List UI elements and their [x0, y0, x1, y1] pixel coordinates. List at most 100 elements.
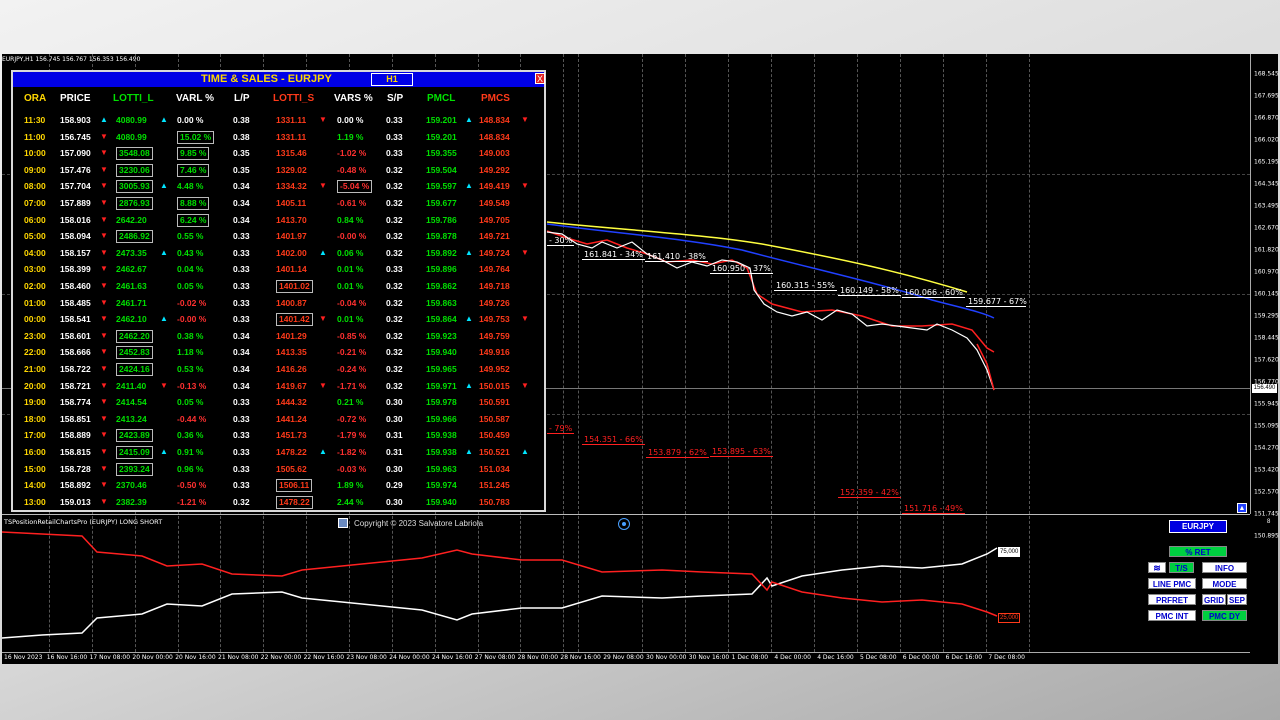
main-price-chart[interactable]: EURJPY,H1 156.745 156.767 156.353 156.49… — [2, 54, 1250, 515]
ret-button[interactable]: % RET — [1169, 546, 1227, 557]
table-row[interactable]: 03:00 158.399 ▼ 2462.67 0.04 % 0.33 1401.14 0.0… — [13, 261, 544, 277]
table-row[interactable]: 02:00 158.460 ▼ 2461.63 0.05 % 0.33 1401.02 0.0… — [13, 278, 544, 294]
cell-vars: -0.00 % — [337, 231, 367, 242]
table-row[interactable]: 20:00 158.721 ▼ 2411.40 ▼ -0.13 % 0.34 1419.67 ▼… — [13, 378, 544, 394]
panel-close-button[interactable]: X — [535, 73, 545, 84]
table-row[interactable]: 06:00 158.016 ▼ 2642.20 6.24 % 0.34 1413.70 0.8… — [13, 212, 544, 228]
table-row[interactable]: 22:00 158.666 ▼ 2452.83 1.18 % 0.34 1413.35 -0.… — [13, 344, 544, 360]
cell-ora: 19:00 — [24, 397, 46, 408]
cell-pmcl: 159.786 — [426, 214, 457, 225]
cell-lotti-s: 1441.24 — [276, 413, 307, 424]
time-tick-label: 28 Nov 16:00 — [560, 654, 601, 661]
cell-lp: 0.34 — [233, 347, 250, 358]
cell-price: 158.892 — [60, 480, 91, 491]
cell-pmcs: 150.521 — [479, 447, 510, 457]
cell-vars: -0.24 % — [337, 364, 367, 374]
cell-lotti-l: 2462.67 — [116, 264, 147, 275]
sep-button[interactable]: SEP — [1227, 594, 1247, 605]
time-and-sales-panel[interactable]: TIME & SALES - EURJPY H1 X ORA PRICE LOTTI… — [11, 70, 546, 512]
table-row[interactable]: 21:00 158.722 ▼ 2424.16 0.53 % 0.34 1416.26 -0.… — [13, 361, 544, 377]
cell-price: 158.889 — [60, 430, 91, 441]
cell-sp: 0.32 — [386, 364, 403, 374]
cell-lp: 0.34 — [233, 214, 250, 225]
table-row[interactable]: 10:00 157.090 ▼ 3548.08 9.85 % 0.35 1315.46 -1.… — [13, 145, 544, 161]
table-row[interactable]: 23:00 158.601 ▼ 2462.20 0.38 % 0.34 1401.29 -0.… — [13, 328, 544, 344]
target-icon[interactable] — [618, 518, 630, 530]
arrow-down-icon: ▼ — [100, 148, 108, 158]
line-pmc-button[interactable]: LINE PMC — [1148, 578, 1196, 589]
panel-title-bar[interactable]: TIME & SALES - EURJPY H1 — [13, 72, 544, 87]
column-header: VARL % — [176, 93, 214, 104]
cell-lotti-l: 2424.16 — [116, 363, 153, 376]
cell-lp: 0.34 — [233, 380, 250, 391]
table-row[interactable]: 15:00 158.728 ▼ 2393.24 0.96 % 0.33 1505.62 -0.… — [13, 461, 544, 477]
price-axis[interactable]: 156.490 168.545 167.695 166.870 166.020 165.… — [1250, 54, 1279, 540]
table-row[interactable]: 14:00 158.892 ▼ 2370.46 -0.50 % 0.33 1506.11 1.… — [13, 477, 544, 493]
cell-varl: -0.44 % — [177, 413, 207, 424]
time-tick-label: 27 Nov 08:00 — [474, 654, 516, 661]
cell-pmcs: 149.705 — [479, 214, 510, 225]
table-row[interactable]: 17:00 158.889 ▼ 2423.89 0.36 % 0.33 1451.73 -1.… — [13, 427, 544, 443]
arrow-up-icon: ▲ — [160, 247, 168, 257]
time-axis[interactable]: 16 Nov 2023 16 Nov 16:00 17 Nov 08:00 20 No… — [2, 652, 1250, 665]
cell-varl: 8.88 % — [177, 197, 210, 210]
arrow-down-icon: ▼ — [100, 480, 108, 490]
pmc-dy-button[interactable]: PMC DY — [1202, 610, 1247, 621]
table-row[interactable]: 04:00 158.157 ▼ 2473.35 ▲ 0.43 % 0.33 1402.00 ▲ 0… — [13, 245, 544, 261]
wave-icon[interactable]: ≋ — [1148, 562, 1166, 573]
cell-lotti-s: 1478.22 — [276, 495, 313, 509]
table-row[interactable]: 05:00 158.094 ▼ 2486.92 0.55 % 0.33 1401.97 -0.… — [13, 228, 544, 244]
cell-vars: 1.19 % — [337, 131, 364, 142]
prfret-button[interactable]: PRFRET — [1148, 594, 1196, 605]
cell-vars: 0.06 % — [337, 247, 364, 258]
info-button[interactable]: INFO — [1202, 562, 1247, 573]
symbol-button[interactable]: EURJPY — [1169, 520, 1227, 533]
table-row[interactable]: 11:30 158.903 ▲ 4080.99 ▲ 0.00 % 0.38 1331.11 ▼ 0… — [13, 112, 544, 128]
column-header: PMCL — [427, 93, 456, 104]
cell-varl: 9.85 % — [177, 147, 210, 161]
panel-timeframe[interactable]: H1 — [371, 73, 413, 86]
table-row[interactable]: 01:00 158.485 ▼ 2461.71 -0.02 % 0.33 1400.87 -0… — [13, 295, 544, 311]
level-label-white: - 30% — [547, 236, 575, 246]
arrow-up-icon: ▲ — [465, 181, 473, 191]
table-row[interactable]: 08:00 157.704 ▼ 3005.93 ▲ 4.48 % 0.34 1334.32 ▼ -… — [13, 178, 544, 194]
arrow-down-icon: ▼ — [319, 181, 327, 191]
cell-price: 158.094 — [60, 231, 91, 242]
cell-pmcl: 159.971 — [426, 380, 457, 391]
cell-pmcl: 159.597 — [426, 181, 457, 192]
cell-sp: 0.33 — [386, 264, 403, 275]
cell-lotti-s: 1419.67 — [276, 380, 307, 391]
cell-lotti-l: 2411.40 — [116, 380, 147, 391]
cell-ora: 01:00 — [24, 297, 46, 308]
table-row[interactable]: 16:00 158.815 ▼ 2415.09 ▲ 0.91 % 0.33 1478.22 ▲ -… — [13, 444, 544, 460]
ts-button[interactable]: T/S — [1169, 562, 1194, 573]
cell-pmcs: 149.419 — [479, 181, 510, 192]
arrow-down-icon: ▼ — [319, 314, 327, 324]
column-header: LOTTI_S — [273, 93, 315, 104]
arrow-down-icon: ▼ — [100, 164, 108, 174]
table-row[interactable]: 18:00 158.851 ▼ 2413.24 -0.44 % 0.33 1441.24 -0… — [13, 411, 544, 427]
cell-varl: 0.96 % — [177, 463, 204, 474]
arrow-up-icon: ▲ — [465, 380, 473, 390]
corner-marker[interactable]: ▲ — [1237, 503, 1247, 513]
arrow-down-icon: ▼ — [100, 297, 108, 307]
mode-button[interactable]: MODE — [1202, 578, 1247, 589]
cell-pmcs: 149.952 — [479, 364, 510, 374]
table-row[interactable]: 13:00 159.013 ▼ 2382.39 -1.21 % 0.32 1478.22 2.… — [13, 494, 544, 510]
table-row[interactable]: 07:00 157.889 ▼ 2876.93 8.88 % 0.34 1405.11 -0.… — [13, 195, 544, 211]
cell-lp: 0.34 — [233, 330, 250, 341]
cell-varl: 4.48 % — [177, 181, 204, 192]
table-row[interactable]: 09:00 157.476 ▼ 3230.06 7.46 % 0.35 1329.02 -0.… — [13, 162, 544, 178]
time-tick-label: 24 Nov 00:00 — [389, 654, 430, 661]
table-row[interactable]: 11:00 156.745 ▼ 4080.99 15.02 % 0.38 1331.11 1.… — [13, 129, 544, 145]
grid-button[interactable]: GRID — [1202, 594, 1226, 605]
table-row[interactable]: 00:00 158.541 ▼ 2462.10 ▲ -0.00 % 0.33 1401.42 ▼… — [13, 311, 544, 327]
cell-lp: 0.33 — [233, 231, 250, 242]
table-row[interactable]: 19:00 158.774 ▼ 2414.54 0.05 % 0.33 1444.32 0.2… — [13, 394, 544, 410]
cell-price: 158.722 — [60, 364, 91, 374]
cell-lp: 0.34 — [233, 198, 250, 208]
pmc-int-button[interactable]: PMC INT — [1148, 610, 1196, 621]
cell-varl: 0.36 % — [177, 430, 204, 441]
long-short-indicator[interactable]: TSPositionRetailChartsPro (EURJPY) LONG … — [1, 516, 1270, 652]
column-header: ORA — [24, 93, 47, 104]
